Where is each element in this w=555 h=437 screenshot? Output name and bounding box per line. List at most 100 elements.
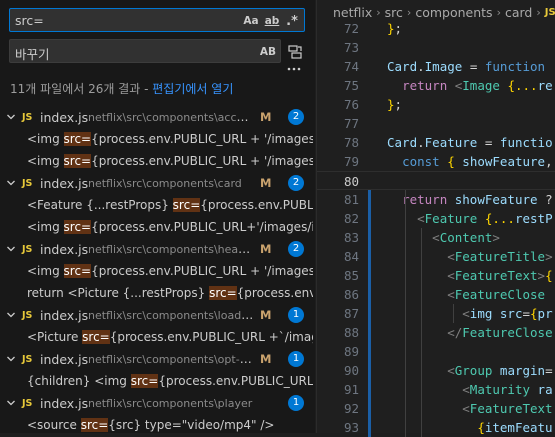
results-summary: 11개 파일에서 26개 결과 - 편집기에서 열기 bbox=[10, 80, 233, 97]
code-line[interactable]: 88 </FeatureClose bbox=[317, 323, 555, 342]
code-line[interactable]: 75 return <Image {...re bbox=[317, 76, 555, 95]
result-match-row[interactable]: return <Picture {...restProps} src={proc… bbox=[27, 282, 313, 304]
result-file-path-wrap: netflix\src\components\accor... bbox=[88, 110, 254, 124]
breadcrumb-item[interactable]: src bbox=[385, 5, 403, 20]
breadcrumb-item[interactable]: netflix bbox=[333, 5, 372, 20]
js-file-icon: JS bbox=[544, 6, 555, 18]
match-case-toggle[interactable]: Aa bbox=[242, 12, 260, 30]
result-file-row[interactable]: JS index.js netflix\src\components\card M 2 bbox=[0, 172, 315, 194]
modified-badge: M bbox=[260, 110, 272, 124]
result-file-row[interactable]: JS index.js netflix\src\components\header M… bbox=[0, 238, 315, 260]
indent-guide bbox=[453, 304, 454, 323]
breadcrumb-item[interactable]: card bbox=[505, 5, 532, 20]
result-match-row[interactable]: <img src={process.env.PUBLIC_URL + '/ima… bbox=[27, 150, 313, 172]
code-line[interactable]: 83 <Content> bbox=[317, 228, 555, 247]
code-text: Card.Feature = functio bbox=[387, 135, 553, 150]
indent-guide bbox=[421, 228, 422, 437]
code-line[interactable]: 81 return showFeature ? bbox=[317, 190, 555, 209]
chevron-down-icon[interactable] bbox=[6, 398, 16, 408]
match-text-before: <Picture bbox=[27, 330, 83, 344]
match-text-after: {src} type="video/mp4" /> bbox=[108, 418, 275, 432]
result-file-path-wrap: netflix\src\components\loading bbox=[88, 308, 254, 322]
code-line[interactable]: 91 <Maturity ra bbox=[317, 380, 555, 399]
breadcrumb-item[interactable]: components bbox=[415, 5, 492, 20]
more-icon[interactable] bbox=[287, 66, 301, 72]
result-file-path-wrap: netflix\src\components\card bbox=[88, 176, 254, 190]
line-number: 86 bbox=[343, 287, 359, 302]
match-whole-word-toggle[interactable]: ab bbox=[262, 12, 282, 30]
result-file-path-wrap: netflix\src\components\header bbox=[88, 242, 254, 256]
match-text-after: {process.env.PUBLIC_URL +`/images/i... bbox=[109, 330, 313, 344]
match-highlight: src= bbox=[63, 264, 92, 278]
chevron-down-icon[interactable] bbox=[6, 244, 16, 254]
code-editor[interactable]: netflix › src › components › card › JS 72}; 73 74 C… bbox=[316, 0, 555, 437]
code-text: <FeatureClose bbox=[447, 287, 546, 302]
code-line[interactable]: 84 <FeatureTitle> bbox=[317, 247, 555, 266]
line-number: 87 bbox=[343, 306, 359, 321]
result-file-row[interactable]: JS index.js netflix\src\components\accor..… bbox=[0, 106, 315, 128]
code-text: <Maturity ra bbox=[462, 382, 553, 397]
line-number: 80 bbox=[343, 174, 359, 189]
match-text-after: {process.env.PUBLIC_URL + '/images/i... bbox=[91, 132, 313, 146]
code-line[interactable]: 86 <FeatureClose bbox=[317, 285, 555, 304]
line-number: 88 bbox=[343, 325, 359, 340]
match-text-after: {process.env.PUBLIC_URL +"... bbox=[158, 374, 313, 388]
result-file-path: netflix\src\components\accor... bbox=[88, 111, 254, 124]
code-line[interactable]: 85 <FeatureText>{ bbox=[317, 266, 555, 285]
code-line[interactable]: 77 bbox=[317, 114, 555, 133]
chevron-down-icon[interactable] bbox=[6, 112, 16, 122]
code-line[interactable]: 76}; bbox=[317, 95, 555, 114]
replace-input[interactable]: 바꾸기 AB bbox=[9, 39, 281, 63]
code-line[interactable]: 80 bbox=[317, 171, 555, 190]
search-input[interactable]: src= Aa ab .* bbox=[9, 8, 305, 32]
search-input-value[interactable]: src= bbox=[15, 13, 44, 28]
result-match-row[interactable]: <img src={process.env.PUBLIC_URL+'/image… bbox=[27, 216, 313, 238]
preserve-case-toggle[interactable]: AB bbox=[258, 43, 278, 61]
chevron-down-icon[interactable] bbox=[6, 310, 16, 320]
replace-all-icon[interactable] bbox=[287, 44, 303, 60]
modified-badge: M bbox=[260, 308, 272, 322]
match-text-before: {children} <img bbox=[27, 374, 131, 388]
result-match-row[interactable]: <Feature {...restProps} src={process.env… bbox=[27, 194, 313, 216]
result-file-path-wrap: netflix\src\components\player bbox=[88, 396, 254, 410]
code-line[interactable]: 92 <FeatureText bbox=[317, 399, 555, 418]
match-count-badge: 1 bbox=[288, 395, 304, 411]
code-line[interactable]: 73 bbox=[317, 38, 555, 57]
code-text: <img src={pr bbox=[462, 306, 553, 321]
chevron-down-icon[interactable] bbox=[6, 354, 16, 364]
code-line[interactable]: 79 const { showFeature, bbox=[317, 152, 555, 171]
modified-lines-gutter bbox=[368, 190, 371, 437]
code-line[interactable]: 74 Card.Image = function bbox=[317, 57, 555, 76]
result-match-row[interactable]: <img src={process.env.PUBLIC_URL + '/ima… bbox=[27, 128, 313, 150]
code-line[interactable]: 82 <Feature {...restP bbox=[317, 209, 555, 228]
line-number: 77 bbox=[343, 116, 359, 131]
code-line[interactable]: 93 {itemFeatu bbox=[317, 418, 555, 437]
code-text: const { showFeature, bbox=[402, 154, 553, 169]
code-line[interactable]: 89 bbox=[317, 342, 555, 361]
open-in-editor-link[interactable]: 편집기에서 열기 bbox=[152, 82, 233, 96]
result-file-name: index.js bbox=[40, 241, 89, 257]
match-text-before: <img bbox=[27, 220, 64, 234]
code-line[interactable]: 78 Card.Feature = functio bbox=[317, 133, 555, 152]
result-file-name: index.js bbox=[40, 175, 89, 191]
code-text: <Group margin= bbox=[447, 363, 553, 378]
use-regex-toggle[interactable]: .* bbox=[283, 12, 301, 30]
result-match-row[interactable]: {children} <img src={process.env.PUBLIC_… bbox=[27, 370, 313, 392]
breadcrumb-separator-icon: › bbox=[496, 5, 501, 19]
code-line[interactable]: 90 <Group margin= bbox=[317, 361, 555, 380]
result-match-row[interactable]: <Picture src={process.env.PUBLIC_URL +`/… bbox=[27, 326, 313, 348]
code-line[interactable]: 72}; bbox=[317, 19, 555, 38]
code-text: <Feature {...restP bbox=[417, 211, 553, 226]
replace-input-placeholder[interactable]: 바꾸기 bbox=[15, 44, 50, 63]
js-file-icon: JS bbox=[22, 353, 33, 365]
match-text-after: {process.env.PUBLIC... bbox=[200, 198, 313, 212]
chevron-down-icon[interactable] bbox=[6, 178, 16, 188]
result-file-row[interactable]: JS index.js netflix\src\components\player 1 bbox=[0, 392, 315, 414]
match-count-badge: 1 bbox=[288, 351, 304, 367]
result-file-row[interactable]: JS index.js netflix\src\components\loading… bbox=[0, 304, 315, 326]
result-match-row[interactable]: <img src={process.env.PUBLIC_URL + '/ima… bbox=[27, 260, 313, 282]
line-number: 82 bbox=[343, 211, 359, 226]
match-text-before: <Feature {...restProps} bbox=[27, 198, 173, 212]
result-file-row[interactable]: JS index.js netflix\src\components\opt-fo.… bbox=[0, 348, 315, 370]
code-line[interactable]: 87 <img src={pr bbox=[317, 304, 555, 323]
